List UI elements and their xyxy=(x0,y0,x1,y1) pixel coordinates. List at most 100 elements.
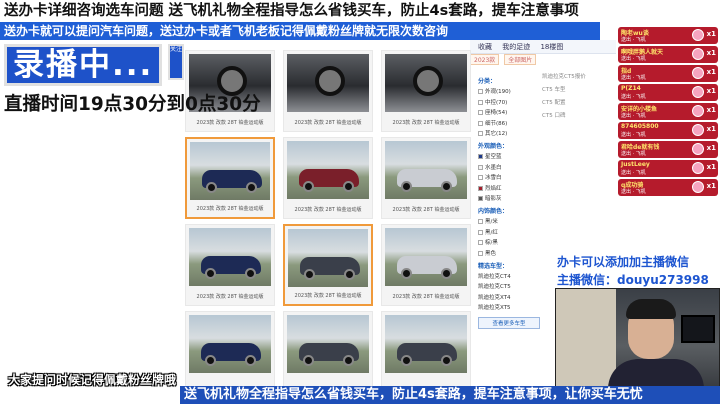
gift-action: 送出 · 飞机 xyxy=(621,75,646,81)
gift-feed-item: 安详的小楼鱼 送出 · 飞机 x1 xyxy=(618,103,718,120)
steering-wheel-graphic xyxy=(315,66,345,96)
thumb-caption: 2023款 改款 28T 铂金运动版 xyxy=(196,120,264,126)
thumb-caption: 2023款 改款 28T 铂金运动版 xyxy=(392,207,460,213)
gift-count: x1 xyxy=(706,182,716,190)
sub-scrolling-banner: 送办卡就可以提问汽车问题，送过办卡或者飞机老板记得佩戴粉丝牌就无限次数咨询 xyxy=(0,22,600,40)
gift-action: 送出 · 飞机 xyxy=(621,170,646,176)
gallery-thumb-selected[interactable]: 2023款 改款 28T 铂金运动版 xyxy=(185,137,275,219)
tag-all-images[interactable]: 全部图片 xyxy=(504,54,537,65)
filter-option[interactable]: 冰雪白 xyxy=(478,173,540,181)
filter-panel: 分类： 外观(190) 中控(70) 座椅(54) 细节(86) 其它(12) … xyxy=(478,72,540,329)
filter-group-title: 精选车型： xyxy=(478,262,509,270)
topbar-link-history[interactable]: 我的足迹 xyxy=(502,43,530,51)
model-link[interactable]: CT5 配置 xyxy=(542,98,612,106)
filter-option[interactable]: 暗影灰 xyxy=(478,194,540,202)
gift-feed-item: 啊哦胖鹅人就天 送出 · 飞机 x1 xyxy=(618,46,718,63)
filter-option[interactable]: 中控(70) xyxy=(478,98,540,106)
gift-feed: 陶老wu谈 送出 · 飞机 x1 啊哦胖鹅人就天 送出 · 飞机 x1 指d 送… xyxy=(616,25,720,225)
gift-icon xyxy=(692,67,704,79)
gift-count: x1 xyxy=(706,49,716,57)
filter-option[interactable]: 黑色 xyxy=(478,249,540,257)
gift-action: 送出 · 飞机 xyxy=(621,56,646,62)
filter-option[interactable]: 黑/红 xyxy=(478,228,540,236)
gift-sender: P(Z14 xyxy=(621,85,641,92)
gift-feed-item: q成功骑 送出 · 飞机 x1 xyxy=(618,179,718,196)
gift-feed-item: P(Z14 送出 · 飞机 x1 xyxy=(618,84,718,101)
gift-icon xyxy=(692,162,704,174)
steering-wheel-graphic xyxy=(413,66,443,96)
wechat-notice: 办卡可以添加加主播微信 xyxy=(557,253,690,270)
gallery-thumb[interactable] xyxy=(185,311,275,393)
related-model-link[interactable]: 凯迪拉克XT5 xyxy=(478,303,540,311)
gift-sender: 874605800 xyxy=(621,123,659,130)
gallery-thumb[interactable]: 2023款 改款 28T 铂金运动版 xyxy=(381,224,471,306)
gift-count: x1 xyxy=(706,68,716,76)
thumb-caption: 2023款 改款 28T 铂金运动版 xyxy=(196,294,264,300)
gift-icon xyxy=(692,124,704,136)
gift-count: x1 xyxy=(706,163,716,171)
filter-option[interactable]: 烈焰红 xyxy=(478,184,540,192)
gift-sender: JustLeey xyxy=(621,161,650,168)
follow-side-badge: 关注 xyxy=(168,44,184,80)
thumb-caption: 2023款 改款 28T 铂金运动版 xyxy=(392,120,460,126)
gift-count: x1 xyxy=(706,87,716,95)
related-model-link[interactable]: 凯迪拉克CT5 xyxy=(478,282,540,290)
gift-count: x1 xyxy=(706,144,716,152)
gift-action: 送出 · 飞机 xyxy=(621,189,646,195)
top-scrolling-banner: 送办卡详细咨询选车问题 送飞机礼物全程指导怎么省钱买车，防止4s套路，提车注意事… xyxy=(0,0,720,22)
gift-icon xyxy=(692,86,704,98)
recording-badge: 录播中... xyxy=(4,44,163,86)
more-models-button[interactable]: 查看更多车型 xyxy=(478,317,540,329)
gift-feed-item: 874605800 送出 · 飞机 x1 xyxy=(618,122,718,139)
search-tags: 2023款 全部图片 xyxy=(470,54,610,66)
gift-action: 送出 · 飞机 xyxy=(621,94,646,100)
thumb-caption: 2023款 改款 28T 铂金运动版 xyxy=(196,206,264,212)
broadcast-schedule: 直播时间19点30分到0点30分 xyxy=(4,94,261,115)
related-model-link[interactable]: 凯迪拉克XT4 xyxy=(478,293,540,301)
thumb-caption: 2023款 改款 28T 铂金运动版 xyxy=(294,293,362,299)
gallery-thumb[interactable]: 2023款 改款 28T 铂金运动版 xyxy=(185,224,275,306)
filter-group-title: 内饰颜色： xyxy=(478,208,509,215)
filter-option[interactable]: 星空蓝 xyxy=(478,152,540,160)
gift-icon xyxy=(692,181,704,193)
gallery-thumb-selected[interactable]: 2023款 改款 28T 铂金运动版 xyxy=(283,224,373,306)
gift-feed-item: 陶老wu谈 送出 · 飞机 x1 xyxy=(618,27,718,44)
model-links: 凯迪拉克CT5报价 CT5 车型 CT5 配置 CT5 口碑 xyxy=(542,72,612,124)
filter-group-title: 分类： xyxy=(478,78,497,85)
gift-feed-item: 君哈de就有钱 送出 · 飞机 x1 xyxy=(618,141,718,158)
topbar-link-favorite[interactable]: 收藏 xyxy=(478,43,492,51)
gift-action: 送出 · 飞机 xyxy=(621,132,646,138)
thumb-caption: 2023款 改款 28T 铂金运动版 xyxy=(294,207,362,213)
gift-action: 送出 · 飞机 xyxy=(621,37,646,43)
filter-option[interactable]: 黑/米 xyxy=(478,217,540,225)
thumb-caption: 2023款 改款 28T 铂金运动版 xyxy=(392,294,460,300)
topbar-link-floor[interactable]: 18楼图 xyxy=(540,43,563,51)
model-link[interactable]: CT5 口碑 xyxy=(542,111,612,119)
related-model-link[interactable]: 凯迪拉克CT4 xyxy=(478,272,540,280)
gift-count: x1 xyxy=(706,30,716,38)
thumb-caption: 2023款 改款 28T 铂金运动版 xyxy=(294,120,362,126)
gallery-thumb[interactable] xyxy=(381,311,471,393)
gift-icon xyxy=(692,29,704,41)
gift-count: x1 xyxy=(706,106,716,114)
model-link[interactable]: 凯迪拉克CT5报价 xyxy=(542,72,612,80)
tag-model-year[interactable]: 2023款 xyxy=(470,54,500,65)
filter-option[interactable]: 棕/黑 xyxy=(478,238,540,246)
filter-option[interactable]: 外观(190) xyxy=(478,87,540,95)
fan-badge-hint: 大家提问时候记得佩戴粉丝牌哦 xyxy=(8,373,177,387)
gallery-thumb[interactable]: 2023款 改款 28T 铂金运动版 xyxy=(381,50,471,132)
filter-option[interactable]: 细节(86) xyxy=(478,119,540,127)
gift-feed-item: JustLeey 送出 · 飞机 x1 xyxy=(618,160,718,177)
filter-option[interactable]: 其它(12) xyxy=(478,129,540,137)
gift-feed-item: 指d 送出 · 飞机 x1 xyxy=(618,65,718,82)
gift-icon xyxy=(692,143,704,155)
filter-option[interactable]: 水墨白 xyxy=(478,163,540,171)
gallery-thumb[interactable] xyxy=(283,311,373,393)
model-link[interactable]: CT5 车型 xyxy=(542,85,612,93)
monitor-graphic xyxy=(681,315,715,343)
gallery-thumb[interactable]: 2023款 改款 28T 铂金运动版 xyxy=(381,137,471,219)
gallery-thumb[interactable]: 2023款 改款 28T 铂金运动版 xyxy=(283,50,373,132)
filter-option[interactable]: 座椅(54) xyxy=(478,108,540,116)
gallery-thumb[interactable]: 2023款 改款 28T 铂金运动版 xyxy=(283,137,373,219)
wechat-id: 主播微信：douyu273998 xyxy=(557,271,709,288)
